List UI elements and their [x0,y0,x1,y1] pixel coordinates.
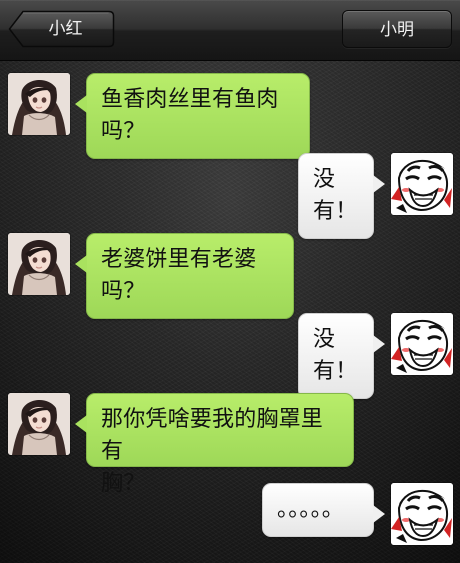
girl-avatar-image [8,73,70,135]
message-bubble-4: 没有！ [298,313,385,399]
boy-avatar-image [391,153,453,215]
message-bubble-1: 鱼香肉丝里有鱼肉吗？ [75,73,310,159]
girl-avatar[interactable] [8,73,70,135]
back-button-label: 小红 [48,19,83,39]
message-row-1: 鱼香肉丝里有鱼肉吗？ [0,73,460,159]
boy-avatar-image [391,313,453,375]
message-row-4: 没有！ [0,313,460,399]
girl-avatar[interactable] [8,393,70,455]
top-navigation-bar: 小红 小明 [0,0,460,61]
message-row-5: 那你凭啥要我的胸罩里有 胸？ [0,393,460,496]
message-bubble-5: 那你凭啥要我的胸罩里有 胸？ [75,393,354,496]
chat-screen: 小红 小明 鱼香肉丝里有鱼肉吗？ 没有！ 老婆饼里有老婆吗？ 没有！ 那你凭啥要… [0,0,460,563]
boy-avatar[interactable] [391,313,453,375]
contact-button[interactable]: 小明 [342,10,452,48]
girl-avatar-image [8,233,70,295]
message-bubble-6: 。。。。。 [262,483,385,537]
boy-avatar-image [391,483,453,545]
message-row-2: 没有！ [0,153,460,239]
back-button[interactable]: 小红 [8,10,115,48]
boy-avatar[interactable] [391,483,453,545]
message-row-3: 老婆饼里有老婆吗？ [0,233,460,319]
boy-avatar[interactable] [391,153,453,215]
message-bubble-3: 老婆饼里有老婆吗？ [75,233,294,319]
message-bubble-2: 没有！ [298,153,385,239]
girl-avatar[interactable] [8,233,70,295]
girl-avatar-image [8,393,70,455]
message-row-6: 。。。。。 [0,483,460,545]
